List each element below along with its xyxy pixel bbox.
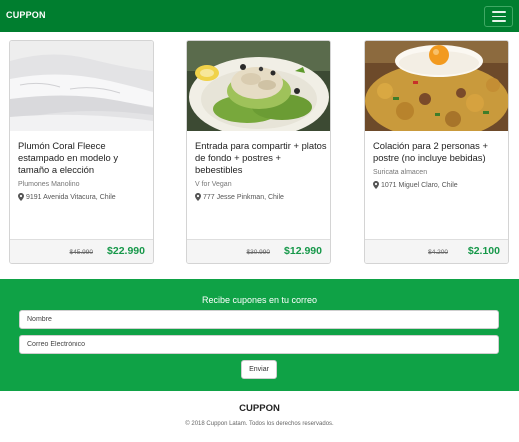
map-marker-icon <box>373 181 379 189</box>
deal-address: 1071 Miguel Claro, Chile <box>373 181 458 189</box>
deal-vendor: Plumones Manolino <box>18 181 80 188</box>
deal-address-text: 1071 Miguel Claro, Chile <box>381 181 458 189</box>
menu-toggle-button[interactable] <box>484 6 513 27</box>
deal-card[interactable]: Entrada para compartir + platos de fondo… <box>186 40 331 264</box>
deal-vendor: Suricata almacen <box>373 169 428 176</box>
navbar: CUPPON <box>0 0 519 32</box>
deal-address: 9191 Avenida Vitacura, Chile <box>18 193 116 201</box>
deal-price: $12.990 <box>284 245 322 257</box>
deal-title[interactable]: Entrada para compartir + platos de fondo… <box>195 140 327 176</box>
map-marker-icon <box>18 193 24 201</box>
email-input[interactable] <box>19 335 499 354</box>
deal-image[interactable] <box>187 41 330 131</box>
footer-copyright: © 2018 Cuppon Latam. Todos los derechos … <box>185 421 334 427</box>
deal-price: $2.100 <box>467 245 500 257</box>
deal-price-bar: $45.990 $22.990 <box>10 239 153 263</box>
deal-image[interactable] <box>365 41 508 131</box>
deal-old-price: $4.200 <box>428 249 448 256</box>
deal-card[interactable]: Plumón Coral Fleece estampado en modelo … <box>9 40 154 264</box>
deal-address: 777 Jesse Pinkman, Chile <box>195 193 284 201</box>
deal-old-price: $45.990 <box>69 249 94 256</box>
brand-logo[interactable]: CUPPON <box>6 10 46 20</box>
submit-button[interactable]: Enviar <box>241 360 277 379</box>
deal-image[interactable] <box>10 41 153 131</box>
newsletter-title: Recibe cupones en tu correo <box>201 295 318 305</box>
deal-title[interactable]: Colación para 2 personas + postre (no in… <box>373 140 505 164</box>
name-input[interactable] <box>19 310 499 329</box>
hamburger-menu-icon-bar <box>491 15 506 18</box>
hamburger-menu-icon-bar <box>491 20 506 22</box>
hamburger-menu-icon <box>491 11 506 13</box>
deal-price: $22.990 <box>107 245 145 257</box>
newsletter-section: Recibe cupones en tu correo Enviar <box>0 279 519 391</box>
footer-brand: CUPPON <box>239 403 280 414</box>
deal-price-bar: $4.200 $2.100 <box>365 239 508 263</box>
deal-old-price: $30.990 <box>246 249 271 256</box>
deal-card[interactable]: Colación para 2 personas + postre (no in… <box>364 40 509 264</box>
deal-address-text: 777 Jesse Pinkman, Chile <box>203 193 284 201</box>
deal-vendor: V for Vegan <box>195 181 232 188</box>
map-marker-icon <box>195 193 201 201</box>
deal-price-bar: $30.990 $12.990 <box>187 239 330 263</box>
deal-title[interactable]: Plumón Coral Fleece estampado en modelo … <box>18 140 150 176</box>
deal-address-text: 9191 Avenida Vitacura, Chile <box>26 193 116 201</box>
